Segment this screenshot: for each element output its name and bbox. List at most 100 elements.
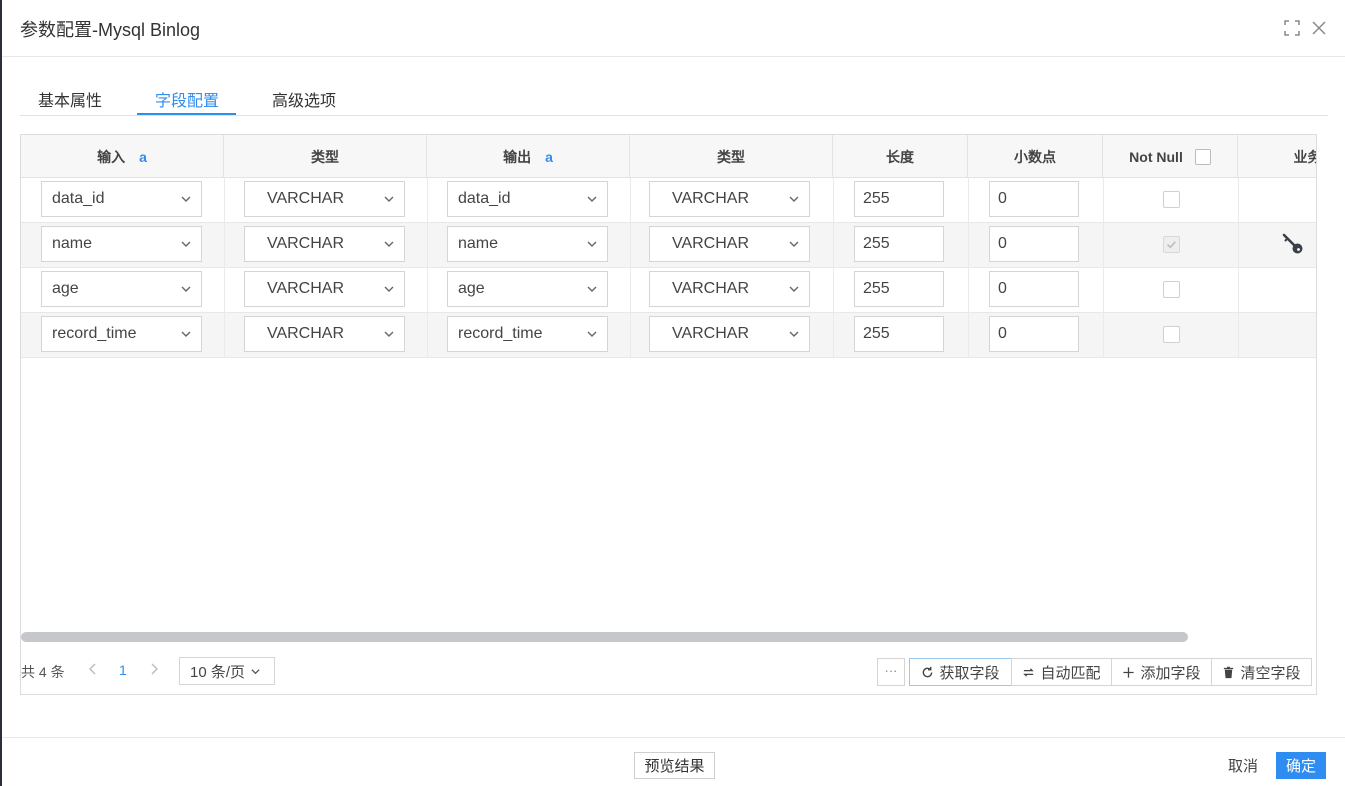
cell-divider <box>630 223 631 268</box>
input-type-select[interactable]: VARCHAR <box>244 181 405 217</box>
col-output: 输出 a <box>427 135 630 178</box>
input-field-select[interactable]: record_time <box>41 316 202 352</box>
input-type-value: VARCHAR <box>266 190 345 207</box>
not-null-checkbox[interactable] <box>1163 326 1180 343</box>
table-row: record_time VARCHAR record_time VARCHAR 255 0 <box>21 313 1316 358</box>
length-input[interactable]: 255 <box>854 271 944 307</box>
input-field-value: data_id <box>52 190 105 207</box>
chevron-down-icon <box>577 283 607 295</box>
cell-divider <box>1103 223 1104 268</box>
footer-divider <box>2 737 1345 738</box>
cell-divider <box>1238 178 1239 223</box>
output-type-select[interactable]: VARCHAR <box>649 271 810 307</box>
cell-divider <box>833 313 834 358</box>
input-type-value: VARCHAR <box>266 280 345 297</box>
dialog-title: 参数配置-Mysql Binlog <box>20 20 201 40</box>
col-output-type: 类型 <box>630 135 833 178</box>
output-field-select[interactable]: name <box>447 226 608 262</box>
decimal-input[interactable]: 0 <box>989 181 1079 217</box>
decimal-input[interactable]: 0 <box>989 316 1079 352</box>
not-null-checkbox[interactable] <box>1163 281 1180 298</box>
chevron-down-icon <box>779 193 809 205</box>
length-input[interactable]: 255 <box>854 181 944 217</box>
current-page[interactable]: 1 <box>119 662 127 678</box>
output-field-select[interactable]: age <box>447 271 608 307</box>
preview-results-button[interactable]: 预览结果 <box>634 752 715 779</box>
cell-divider <box>1103 178 1104 223</box>
decimal-input[interactable]: 0 <box>989 226 1079 262</box>
col-not-null: Not Null <box>1103 135 1238 178</box>
decimal-input[interactable]: 0 <box>989 271 1079 307</box>
col-not-null-label: Not Null <box>1129 148 1183 165</box>
prev-page-icon[interactable] <box>87 661 101 677</box>
cancel-button[interactable]: 取消 <box>1222 752 1264 779</box>
col-input-mark[interactable]: a <box>139 149 147 165</box>
pagination-bar: 共 4 条 1 10 条/页 ··· 获取字段 自动匹配 添加字段 清空字段 <box>21 655 1316 686</box>
add-field-button[interactable]: 添加字段 <box>1111 658 1212 686</box>
table-header: 输入 a 类型 输出 a 类型 长度 小数点 Not Null 业务 <box>21 135 1316 178</box>
cell-divider <box>224 223 225 268</box>
table-row: age VARCHAR age VARCHAR 255 0 <box>21 268 1316 313</box>
cell-divider <box>427 223 428 268</box>
output-type-select[interactable]: VARCHAR <box>649 181 810 217</box>
cell-divider <box>1238 223 1239 268</box>
output-field-value: name <box>458 235 499 252</box>
cell-divider <box>1238 268 1239 313</box>
output-type-select[interactable]: VARCHAR <box>649 316 810 352</box>
col-business-key-label: 业务键 <box>1293 148 1317 165</box>
page-size-select[interactable]: 10 条/页 <box>179 657 275 685</box>
not-null-select-all-checkbox[interactable] <box>1194 148 1211 165</box>
input-field-select[interactable]: age <box>41 271 202 307</box>
key-icon[interactable] <box>1281 232 1305 256</box>
not-null-checkbox[interactable] <box>1163 236 1180 253</box>
clear-fields-button[interactable]: 清空字段 <box>1211 658 1312 686</box>
more-button[interactable]: ··· <box>877 658 905 686</box>
chevron-down-icon <box>374 328 404 340</box>
input-field-select[interactable]: name <box>41 226 202 262</box>
horizontal-scrollbar[interactable] <box>21 632 1188 642</box>
cell-divider <box>1103 268 1104 313</box>
output-type-value: VARCHAR <box>671 235 750 252</box>
close-icon[interactable] <box>1310 19 1328 37</box>
next-page-icon[interactable] <box>148 661 162 677</box>
output-field-select[interactable]: record_time <box>447 316 608 352</box>
auto-match-button[interactable]: 自动匹配 <box>1011 658 1112 686</box>
input-type-select[interactable]: VARCHAR <box>244 271 405 307</box>
input-type-value: VARCHAR <box>266 235 345 252</box>
input-type-select[interactable]: VARCHAR <box>244 226 405 262</box>
cell-divider <box>427 268 428 313</box>
output-field-value: data_id <box>458 190 511 207</box>
fetch-fields-label: 获取字段 <box>939 664 1000 682</box>
tab-field-config[interactable]: 字段配置 <box>155 87 219 111</box>
input-field-select[interactable]: data_id <box>41 181 202 217</box>
chevron-down-icon <box>374 193 404 205</box>
cell-divider <box>427 178 428 223</box>
clear-fields-label: 清空字段 <box>1240 664 1301 682</box>
chevron-down-icon <box>779 283 809 295</box>
output-type-value: VARCHAR <box>671 280 750 297</box>
cell-divider <box>968 178 969 223</box>
output-field-value: record_time <box>458 325 543 342</box>
cell-divider <box>630 268 631 313</box>
output-type-select[interactable]: VARCHAR <box>649 226 810 262</box>
chevron-down-icon <box>577 238 607 250</box>
tab-advanced-options[interactable]: 高级选项 <box>272 87 336 111</box>
not-null-checkbox[interactable] <box>1163 191 1180 208</box>
chevron-down-icon <box>577 328 607 340</box>
output-type-value: VARCHAR <box>671 325 750 342</box>
output-field-select[interactable]: data_id <box>447 181 608 217</box>
fullscreen-icon[interactable] <box>1283 19 1301 37</box>
output-field-value: age <box>458 280 485 297</box>
length-input[interactable]: 255 <box>854 316 944 352</box>
col-output-type-label: 类型 <box>717 148 745 165</box>
cell-divider <box>630 178 631 223</box>
length-input[interactable]: 255 <box>854 226 944 262</box>
input-type-select[interactable]: VARCHAR <box>244 316 405 352</box>
tab-basic-properties[interactable]: 基本属性 <box>38 87 102 111</box>
col-output-mark[interactable]: a <box>545 149 553 165</box>
cell-divider <box>968 223 969 268</box>
input-field-value: name <box>52 235 93 252</box>
chevron-down-icon <box>171 328 201 340</box>
confirm-button[interactable]: 确定 <box>1276 752 1326 779</box>
fetch-fields-button[interactable]: 获取字段 <box>909 658 1012 686</box>
